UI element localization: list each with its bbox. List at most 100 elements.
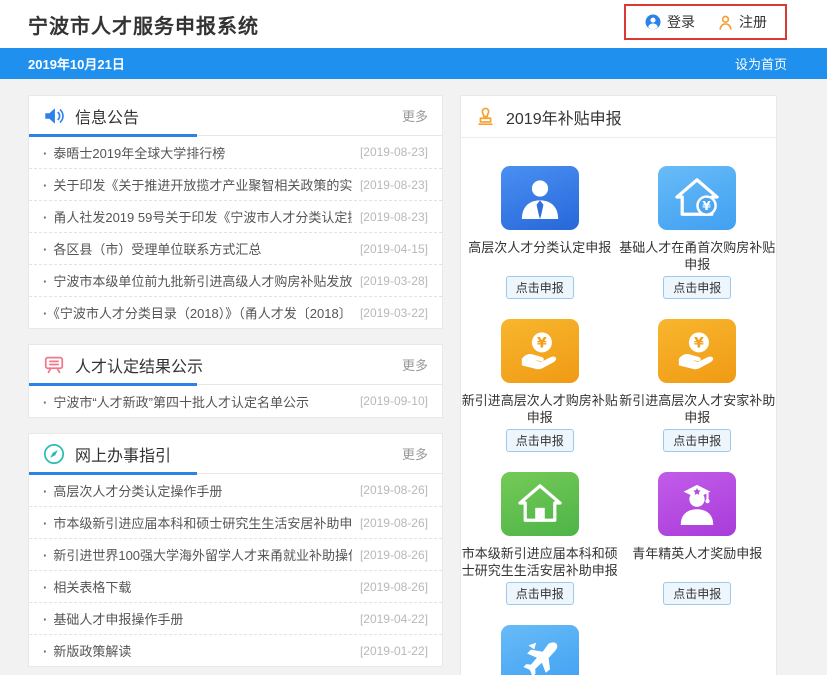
date-bar: 2019年10月21日 设为首页: [0, 48, 827, 79]
page-header: 宁波市人才服务申报系统 登录 注册: [0, 0, 827, 48]
set-homepage-link[interactable]: 设为首页: [735, 54, 787, 73]
guides-more-link[interactable]: 更多: [402, 444, 428, 463]
item-text: 宁波市本级单位前九批新引进高级人才购房补贴发放名单汇总...: [43, 271, 352, 290]
compass-icon: [43, 443, 65, 465]
item-date: [2019-03-28]: [360, 274, 428, 288]
subsidy-tile: ¥ 新引进高层次人才购房补贴申报 点击申报: [461, 319, 619, 452]
item-date: [2019-08-26]: [360, 580, 428, 594]
item-date: [2019-08-26]: [360, 483, 428, 497]
subsidy-title: 2019年补贴申报: [506, 105, 762, 129]
item-text: 泰晤士2019年全球大学排行榜: [43, 143, 352, 162]
apply-button[interactable]: 点击申报: [663, 582, 731, 605]
guide-item[interactable]: 新版政策解读 [2019-01-22]: [29, 634, 442, 666]
subsidy-tile-label: 新引进高层次人才购房补贴申报: [461, 392, 619, 429]
guides-header: 网上办事指引 更多: [29, 434, 442, 474]
announcement-item[interactable]: 甬人社发2019 59号关于印发《宁波市人才分类认定操作细则... [2019-0…: [29, 200, 442, 232]
svg-text:¥: ¥: [702, 198, 711, 213]
register-user-icon: [717, 14, 734, 31]
hand-yen-icon[interactable]: ¥: [501, 319, 579, 383]
subsidy-header: 2019年补贴申报: [461, 96, 776, 138]
item-date: [2019-08-26]: [360, 516, 428, 530]
guides-card: 网上办事指引 更多 高层次人才分类认定操作手册 [2019-08-26] 市本级新…: [28, 433, 443, 667]
house-yen-icon[interactable]: ¥: [658, 166, 736, 230]
svg-text:¥: ¥: [537, 335, 547, 351]
announcement-item[interactable]: 宁波市本级单位前九批新引进高级人才购房补贴发放名单汇总... [2019-03-2…: [29, 264, 442, 296]
businessman-icon[interactable]: [501, 166, 579, 230]
apply-button[interactable]: 点击申报: [506, 276, 574, 299]
guide-item[interactable]: 高层次人才分类认定操作手册 [2019-08-26]: [29, 474, 442, 506]
item-date: [2019-09-10]: [360, 394, 428, 408]
right-column: 2019年补贴申报 高层次人才分类认定申报 点击申报 ¥ 基础人才在甬首次购房: [460, 95, 777, 675]
apply-button[interactable]: 点击申报: [663, 276, 731, 299]
hand-yen-icon[interactable]: ¥: [658, 319, 736, 383]
item-date: [2019-04-15]: [360, 242, 428, 256]
register-button[interactable]: 注册: [717, 12, 767, 32]
item-text: 宁波市“人才新政”第四十批人才认定名单公示: [43, 392, 352, 411]
subsidy-tile: 点击申报: [461, 625, 619, 675]
item-text: 《宁波市人才分类目录（2018）》（甬人才发〔2018〕5号）: [43, 303, 352, 322]
item-text: 新引进世界100强大学海外留学人才来甬就业补助操作手册: [43, 545, 352, 564]
results-more-link[interactable]: 更多: [402, 355, 428, 374]
announcements-card: 信息公告 更多 泰晤士2019年全球大学排行榜 [2019-08-23] 关于印发…: [28, 95, 443, 329]
item-date: [2019-08-23]: [360, 210, 428, 224]
item-date: [2019-04-22]: [360, 612, 428, 626]
login-button[interactable]: 登录: [644, 12, 695, 32]
subsidy-tile: 青年精英人才奖励申报 点击申报: [619, 472, 777, 605]
announcement-item[interactable]: 《宁波市人才分类目录（2018）》（甬人才发〔2018〕5号） [2019-03-…: [29, 296, 442, 328]
house-icon[interactable]: [501, 472, 579, 536]
item-text: 甬人社发2019 59号关于印发《宁波市人才分类认定操作细则...: [43, 207, 352, 226]
item-text: 关于印发《关于推进开放揽才产业聚智相关政策的实施细则》 ...: [43, 175, 352, 194]
announcement-item[interactable]: 关于印发《关于推进开放揽才产业聚智相关政策的实施细则》 ... [2019-08-…: [29, 168, 442, 200]
results-header: 人才认定结果公示 更多: [29, 345, 442, 385]
results-title: 人才认定结果公示: [75, 353, 392, 377]
stamp-icon: [475, 106, 496, 127]
guide-item[interactable]: 基础人才申报操作手册 [2019-04-22]: [29, 602, 442, 634]
header-underline: [29, 472, 197, 475]
item-text: 各区县（市）受理单位联系方式汇总: [43, 239, 352, 258]
current-date: 2019年10月21日: [28, 54, 125, 73]
graduate-icon[interactable]: [658, 472, 736, 536]
item-date: [2019-03-22]: [360, 306, 428, 320]
guide-item[interactable]: 市本级新引进应届本科和硕士研究生生活安居补助申报手册 [2019-08-26]: [29, 506, 442, 538]
subsidy-tile-label: 青年精英人才奖励申报: [618, 545, 776, 582]
plane-icon[interactable]: [501, 625, 579, 675]
subsidy-tile: 市本级新引进应届本科和硕士研究生生活安居补助申报 点击申报: [461, 472, 619, 605]
subsidy-tile: ¥ 新引进高层次人才安家补助申报 点击申报: [619, 319, 777, 452]
apply-button[interactable]: 点击申报: [506, 582, 574, 605]
apply-button[interactable]: 点击申报: [663, 429, 731, 452]
item-text: 基础人才申报操作手册: [43, 609, 352, 628]
results-card: 人才认定结果公示 更多 宁波市“人才新政”第四十批人才认定名单公示 [2019-0…: [28, 344, 443, 418]
item-date: [2019-08-23]: [360, 145, 428, 159]
subsidy-tile-label: 高层次人才分类认定申报: [461, 239, 619, 276]
result-item[interactable]: 宁波市“人才新政”第四十批人才认定名单公示 [2019-09-10]: [29, 385, 442, 417]
subsidy-tile-label: 新引进高层次人才安家补助申报: [618, 392, 776, 429]
announcement-item[interactable]: 泰晤士2019年全球大学排行榜 [2019-08-23]: [29, 136, 442, 168]
guides-title: 网上办事指引: [75, 442, 392, 466]
item-date: [2019-01-22]: [360, 644, 428, 658]
item-text: 高层次人才分类认定操作手册: [43, 481, 352, 500]
announcements-header: 信息公告 更多: [29, 96, 442, 136]
guide-item[interactable]: 新引进世界100强大学海外留学人才来甬就业补助操作手册 [2019-08-26]: [29, 538, 442, 570]
item-date: [2019-08-26]: [360, 548, 428, 562]
login-label: 登录: [667, 12, 695, 32]
announcements-title: 信息公告: [75, 104, 392, 128]
register-label: 注册: [739, 12, 767, 32]
item-date: [2019-08-23]: [360, 178, 428, 192]
item-text: 市本级新引进应届本科和硕士研究生生活安居补助申报手册: [43, 513, 352, 532]
subsidy-tile: ¥ 基础人才在甬首次购房补贴申报 点击申报: [619, 166, 777, 299]
auth-box: 登录 注册: [624, 4, 787, 40]
announcement-item[interactable]: 各区县（市）受理单位联系方式汇总 [2019-04-15]: [29, 232, 442, 264]
subsidy-tile: 高层次人才分类认定申报 点击申报: [461, 166, 619, 299]
login-user-icon: [644, 13, 662, 31]
item-text: 相关表格下载: [43, 577, 352, 596]
subsidy-tile-label: 基础人才在甬首次购房补贴申报: [618, 239, 776, 276]
subsidy-card: 2019年补贴申报 高层次人才分类认定申报 点击申报 ¥ 基础人才在甬首次购房: [460, 95, 777, 675]
chat-board-icon: [43, 354, 65, 376]
subsidy-tile-label: 市本级新引进应届本科和硕士研究生生活安居补助申报: [461, 545, 619, 582]
announcements-more-link[interactable]: 更多: [402, 106, 428, 125]
apply-button[interactable]: 点击申报: [506, 429, 574, 452]
item-text: 新版政策解读: [43, 641, 352, 660]
guide-item[interactable]: 相关表格下载 [2019-08-26]: [29, 570, 442, 602]
speaker-icon: [43, 105, 65, 127]
left-column: 信息公告 更多 泰晤士2019年全球大学排行榜 [2019-08-23] 关于印发…: [28, 95, 443, 675]
